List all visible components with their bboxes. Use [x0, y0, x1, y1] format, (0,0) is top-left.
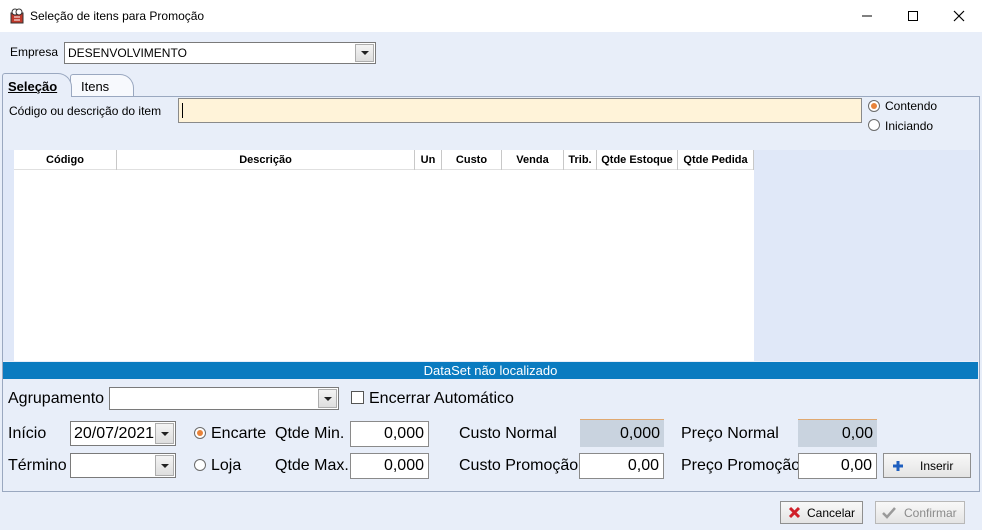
plus-icon: [893, 460, 903, 471]
qtde-min-label: Qtde Min.: [275, 425, 345, 442]
grid-header: Código Descrição Un Custo Venda Trib. Qt…: [14, 150, 754, 170]
chevron-down-icon: [360, 51, 369, 55]
chevron-down-icon: [160, 463, 169, 468]
tab-selecao[interactable]: Seleção: [2, 73, 72, 97]
termino-dropdown-button[interactable]: [155, 455, 174, 476]
radio-encarte-label: Encarte: [211, 425, 267, 442]
custo-normal-field: 0,000: [580, 419, 664, 447]
maximize-button[interactable]: [890, 0, 936, 32]
items-grid[interactable]: Código Descrição Un Custo Venda Trib. Qt…: [14, 150, 754, 361]
preco-promocao-value: 0,00: [840, 457, 872, 474]
inicio-label: Início: [8, 425, 47, 442]
qtde-max-value: 0,000: [383, 457, 424, 474]
col-codigo[interactable]: Código: [14, 150, 117, 170]
status-bar: DataSet não localizado: [3, 362, 978, 379]
encerrar-checkbox[interactable]: [351, 391, 364, 404]
grid-empty-area: [754, 150, 978, 361]
agrupamento-label: Agrupamento: [8, 390, 105, 407]
chevron-down-icon: [160, 431, 169, 436]
qtde-min-value: 0,000: [383, 425, 424, 442]
custo-normal-label: Custo Normal: [459, 425, 557, 442]
inicio-value: 20/07/2021: [74, 425, 155, 442]
inicio-date-picker[interactable]: 20/07/2021: [70, 421, 176, 446]
close-icon: [953, 10, 965, 22]
agrupamento-dropdown-button[interactable]: [318, 389, 337, 408]
grid-indicator-column: [3, 150, 14, 361]
qtde-max-label: Qtde Max.: [275, 457, 349, 474]
preco-normal-label: Preço Normal: [681, 425, 779, 442]
window-title: Seleção de itens para Promoção: [30, 9, 205, 23]
termino-label: Término: [8, 457, 67, 474]
maximize-icon: [908, 11, 918, 21]
tab-itens[interactable]: Itens: [70, 74, 134, 96]
checkmark-icon: [882, 507, 896, 519]
encerrar-label: Encerrar Automático: [369, 390, 514, 407]
tab-selecao-label: Seleção: [8, 79, 58, 94]
inserir-label: Inserir: [920, 458, 954, 473]
custo-normal-value: 0,000: [619, 425, 660, 442]
empresa-dropdown-button[interactable]: [355, 44, 374, 62]
preco-promocao-input[interactable]: 0,00: [798, 453, 877, 479]
confirm-button[interactable]: Confirmar: [875, 501, 965, 524]
inicio-dropdown-button[interactable]: [155, 423, 174, 444]
radio-encarte[interactable]: [194, 427, 206, 439]
radio-iniciando[interactable]: [868, 119, 880, 131]
minimize-button[interactable]: [844, 0, 890, 32]
col-un[interactable]: Un: [415, 150, 442, 170]
empresa-select[interactable]: DESENVOLVIMENTO: [64, 42, 376, 64]
custo-promocao-value: 0,00: [627, 457, 659, 474]
radio-contendo-label: Contendo: [885, 99, 938, 113]
radio-iniciando-label: Iniciando: [885, 119, 934, 133]
empresa-value: DESENVOLVIMENTO: [68, 46, 187, 60]
app-icon: [10, 8, 24, 24]
qtde-max-input[interactable]: 0,000: [350, 453, 429, 479]
col-custo[interactable]: Custo: [442, 150, 502, 170]
radio-loja-label: Loja: [211, 457, 242, 474]
termino-date-picker[interactable]: [70, 453, 176, 478]
cancel-button[interactable]: Cancelar: [780, 501, 863, 524]
col-venda[interactable]: Venda: [502, 150, 564, 170]
minimize-icon: [862, 15, 872, 17]
col-descricao[interactable]: Descrição: [117, 150, 415, 170]
preco-promocao-label: Preço Promoção: [681, 457, 801, 474]
radio-contendo[interactable]: [868, 100, 880, 112]
confirm-label: Confirmar: [904, 505, 957, 520]
tab-itens-label: Itens: [81, 79, 110, 94]
radio-loja[interactable]: [194, 459, 206, 471]
preco-normal-value: 0,00: [841, 425, 873, 442]
preco-normal-field: 0,00: [798, 419, 877, 447]
col-trib[interactable]: Trib.: [564, 150, 597, 170]
qtde-min-input[interactable]: 0,000: [350, 421, 429, 447]
col-qtde-estoque[interactable]: Qtde Estoque: [597, 150, 678, 170]
cancel-x-icon: [788, 506, 801, 519]
search-label: Código ou descrição do item: [9, 104, 162, 118]
agrupamento-select[interactable]: [109, 387, 339, 410]
inserir-button[interactable]: Inserir: [883, 453, 971, 478]
chevron-down-icon: [323, 396, 332, 401]
cancel-label: Cancelar: [807, 505, 856, 520]
search-input[interactable]: [178, 98, 862, 123]
custo-promocao-label: Custo Promoção: [459, 457, 579, 474]
empresa-label: Empresa: [10, 45, 59, 59]
custo-promocao-input[interactable]: 0,00: [579, 453, 664, 479]
col-qtde-pedida[interactable]: Qtde Pedida: [678, 150, 754, 170]
close-window-button[interactable]: [936, 0, 982, 32]
